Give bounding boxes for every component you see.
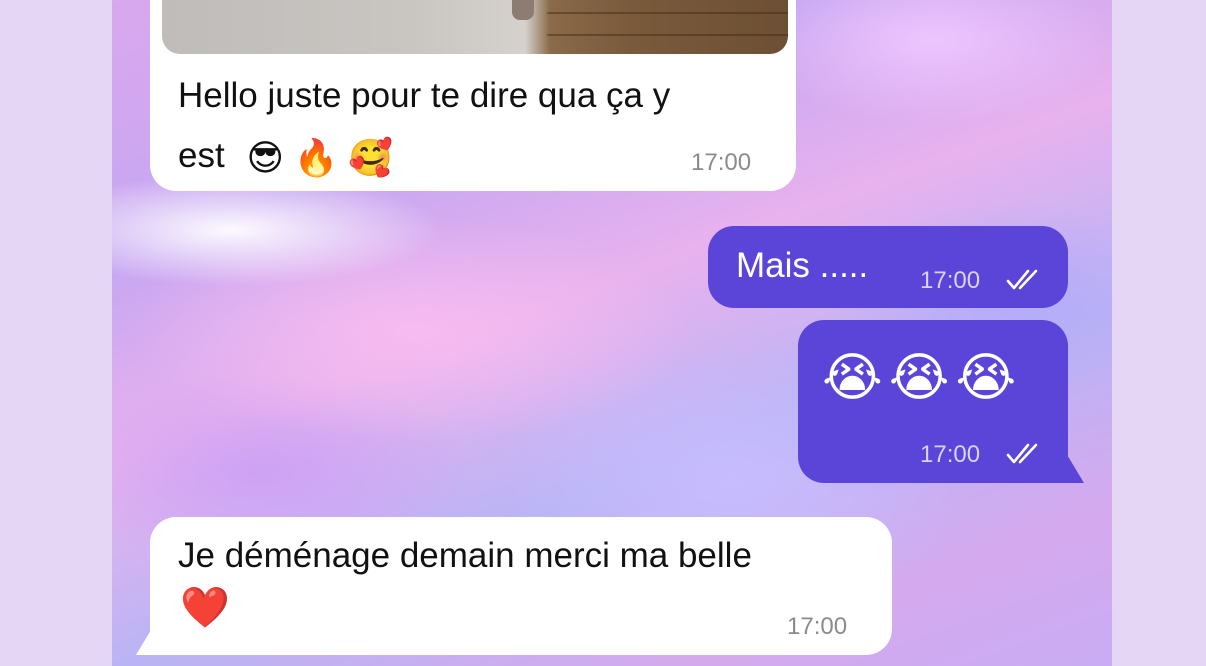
bubble-tail xyxy=(136,629,162,655)
outgoing-message[interactable]: Mais ..... 17:00 xyxy=(708,226,1068,308)
chat-background: Hello juste pour te dire qua ça y est 😎 … xyxy=(112,0,1112,666)
message-timestamp: 17:00 xyxy=(920,267,981,294)
message-timestamp: 17:00 xyxy=(787,613,848,640)
crying-emoji-icon: 😭 xyxy=(888,348,956,408)
heart-emoji-icon: ❤️ xyxy=(180,585,230,631)
crying-emoji-icon: 😭 xyxy=(955,348,1023,408)
bubble-tail xyxy=(136,166,176,192)
sunglasses-emoji-icon: 😎 xyxy=(246,136,284,178)
message-text-line2: est 😎 🔥 🥰 xyxy=(178,136,394,178)
left-margin xyxy=(0,0,112,666)
message-text: Je déménage demain merci ma belle xyxy=(178,536,752,575)
fire-emoji-icon: 🔥 xyxy=(293,136,339,178)
right-margin xyxy=(1112,0,1206,666)
message-photo[interactable] xyxy=(162,0,788,54)
message-timestamp: 17:00 xyxy=(920,441,981,468)
message-text: Hello juste pour te dire qua ça y xyxy=(178,76,671,115)
bubble-tail xyxy=(1058,457,1084,483)
outgoing-emoji-message[interactable]: 😭😭😭 17:00 xyxy=(798,320,1068,483)
incoming-message-photo[interactable]: Hello juste pour te dire qua ça y est 😎 … xyxy=(150,0,796,191)
crying-emoji-icon: 😭 xyxy=(822,348,889,408)
message-timestamp: 17:00 xyxy=(691,149,752,176)
smiling-hearts-emoji-icon: 🥰 xyxy=(348,136,394,178)
message-text: Mais ..... xyxy=(736,246,869,285)
double-check-icon xyxy=(1006,442,1042,466)
incoming-message[interactable]: Je déménage demain merci ma belle ❤️ 17:… xyxy=(150,517,892,655)
emoji-row: 😭😭😭 xyxy=(822,348,1022,408)
double-check-icon xyxy=(1006,268,1042,292)
